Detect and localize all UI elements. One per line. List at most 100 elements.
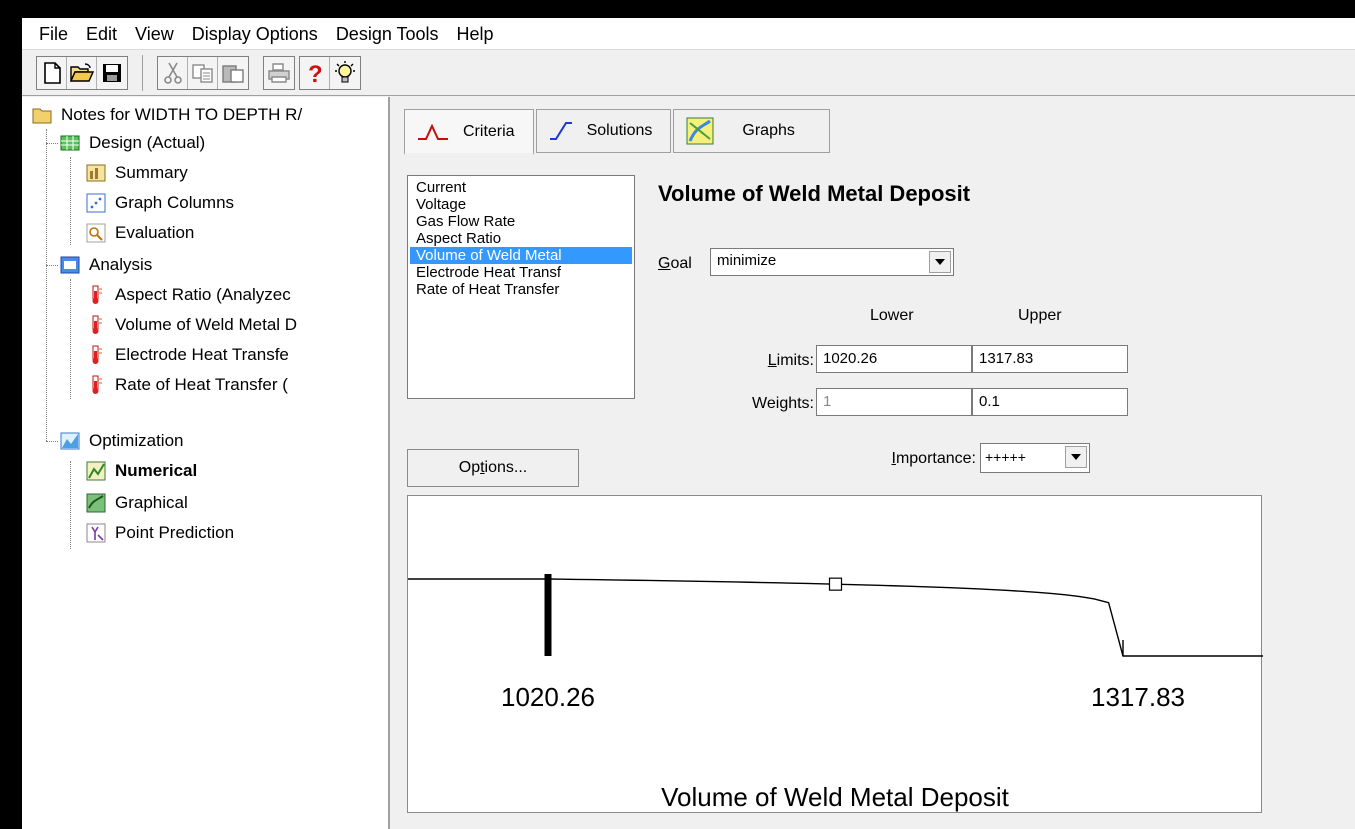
options-button[interactable]: Op t ions... (407, 449, 579, 487)
tree-item-volume[interactable]: Volume of Weld Metal D (86, 311, 297, 339)
tree-item-optimization[interactable]: Optimization (60, 427, 183, 455)
lower-limit-input[interactable]: 1020.26 (816, 345, 972, 373)
goal-label: Goal (658, 255, 692, 273)
tree-item-label: Summary (115, 163, 188, 182)
tree-item-electrode[interactable]: Electrode Heat Transfe (86, 341, 289, 369)
menu-file[interactable]: File (30, 18, 77, 50)
tree-item-analysis[interactable]: Analysis (60, 251, 152, 279)
tip-button[interactable] (330, 57, 360, 89)
tree-item-graph-columns[interactable]: Graph Columns (86, 189, 234, 217)
menu-display-options[interactable]: Display Options (183, 18, 327, 50)
paste-button[interactable] (218, 57, 248, 89)
help-button[interactable]: ? (300, 57, 330, 89)
edit-button-group (157, 56, 249, 90)
tree-connector (46, 441, 58, 442)
tree-item-evaluation[interactable]: Evaluation (86, 219, 194, 247)
chevron-down-icon[interactable] (1065, 446, 1087, 468)
tree-connector (70, 157, 71, 245)
paste-icon (222, 65, 244, 83)
criteria-panel: Criteria Solutions Graphs Current Voltag… (392, 97, 1355, 829)
print-icon (268, 63, 290, 83)
list-item[interactable]: Rate of Heat Transfer (410, 281, 632, 298)
tree-item-root[interactable]: Notes for WIDTH TO DEPTH R/ (32, 101, 302, 129)
importance-value: +++++ (985, 449, 1026, 465)
list-item[interactable]: Gas Flow Rate (410, 213, 632, 230)
list-item-selected[interactable]: Volume of Weld Metal (410, 247, 632, 264)
menu-edit[interactable]: Edit (77, 18, 126, 50)
thermometer-icon (92, 315, 102, 334)
limits-label: Limits: (718, 352, 814, 370)
tree-connector (46, 129, 47, 441)
save-button[interactable] (97, 57, 127, 89)
new-button[interactable] (37, 57, 67, 89)
weights-label: Weights: (752, 395, 814, 412)
upper-column-header: Upper (1018, 307, 1062, 324)
tree-item-design[interactable]: Design (Actual) (60, 129, 205, 157)
help-button-group: ? (299, 56, 361, 90)
cut-icon (163, 62, 182, 84)
desirability-graph: 1020.26 1317.83 Volume of Weld Metal Depos… (407, 495, 1263, 813)
tree-item-graphical[interactable]: Graphical (86, 489, 188, 517)
app-window: File Edit View Display Options Design To… (22, 18, 1355, 829)
list-item[interactable]: Aspect Ratio (410, 230, 632, 247)
desirability-chart: 1020.26 1317.83 Volume of Weld Metal Depos… (408, 574, 1263, 812)
copy-button[interactable] (188, 57, 218, 89)
weight-handle (828, 577, 843, 591)
thermometer-icon (92, 375, 102, 394)
tab-label: Solutions (586, 122, 653, 139)
analysis-icon (60, 256, 80, 274)
tree-item-label: Rate of Heat Transfer ( (115, 375, 288, 394)
importance-label: Importance: (848, 450, 977, 468)
tab-solutions[interactable]: Solutions (535, 109, 672, 153)
graphical-icon (86, 493, 106, 513)
new-icon (43, 62, 61, 84)
limits-label-key: L (767, 352, 777, 369)
cut-button[interactable] (158, 57, 188, 89)
tree-item-summary[interactable]: Summary (86, 159, 188, 187)
goal-label-text: oal (670, 255, 692, 272)
importance-dropdown[interactable]: +++++ (980, 443, 1090, 473)
tree-item-aspect-ratio[interactable]: Aspect Ratio (Analyzec (86, 281, 291, 309)
tab-criteria[interactable]: Criteria (404, 109, 534, 155)
open-icon (69, 63, 94, 82)
svg-text:?: ? (308, 61, 323, 85)
tree-item-label: Volume of Weld Metal D (115, 315, 298, 334)
save-icon (103, 64, 121, 82)
tab-bar: Criteria Solutions Graphs (404, 109, 832, 155)
tree-item-rate[interactable]: Rate of Heat Transfer ( (86, 371, 288, 399)
menu-help[interactable]: Help (448, 18, 503, 50)
print-button[interactable] (264, 57, 294, 89)
response-title: Volume of Weld Metal Deposit (658, 181, 971, 206)
lower-tick-label: 1020.26 (501, 682, 595, 712)
point-prediction-icon (86, 523, 106, 543)
print-button-group (263, 56, 295, 90)
tree-item-label: Aspect Ratio (Analyzec (115, 285, 291, 304)
evaluation-icon (86, 223, 106, 243)
tree-item-point-prediction[interactable]: Point Prediction (86, 519, 234, 547)
criteria-icon (418, 123, 448, 140)
chevron-down-icon[interactable] (929, 251, 951, 273)
tree-item-label: Notes for WIDTH TO DEPTH R/ (61, 105, 303, 124)
upper-limit-input[interactable]: 1317.83 (972, 345, 1128, 373)
tree-item-label: Analysis (89, 255, 153, 274)
response-listbox[interactable]: Current Voltage Gas Flow Rate Aspect Rat… (407, 175, 635, 399)
tree-item-numerical[interactable]: Numerical (86, 457, 197, 485)
spreadsheet-icon (60, 135, 80, 151)
goal-dropdown[interactable]: minimize (710, 248, 954, 276)
tree-item-label: Graphical (115, 493, 188, 512)
menu-design-tools[interactable]: Design Tools (327, 18, 448, 50)
goal-label-key: G (658, 255, 671, 272)
optimization-icon (60, 432, 80, 450)
list-item[interactable]: Electrode Heat Transf (410, 264, 632, 281)
tab-graphs[interactable]: Graphs (673, 109, 830, 153)
menu-view[interactable]: View (126, 18, 183, 50)
options-label-pre: Op (458, 459, 481, 476)
list-item[interactable]: Current (410, 179, 632, 196)
upper-weight-input[interactable]: 0.1 (972, 388, 1128, 416)
open-button[interactable] (67, 57, 97, 89)
tab-label: Criteria (463, 122, 515, 140)
lower-weight-input[interactable]: 1 (816, 388, 972, 416)
summary-icon (86, 164, 106, 182)
tree-connector (46, 265, 58, 266)
list-item[interactable]: Voltage (410, 196, 632, 213)
